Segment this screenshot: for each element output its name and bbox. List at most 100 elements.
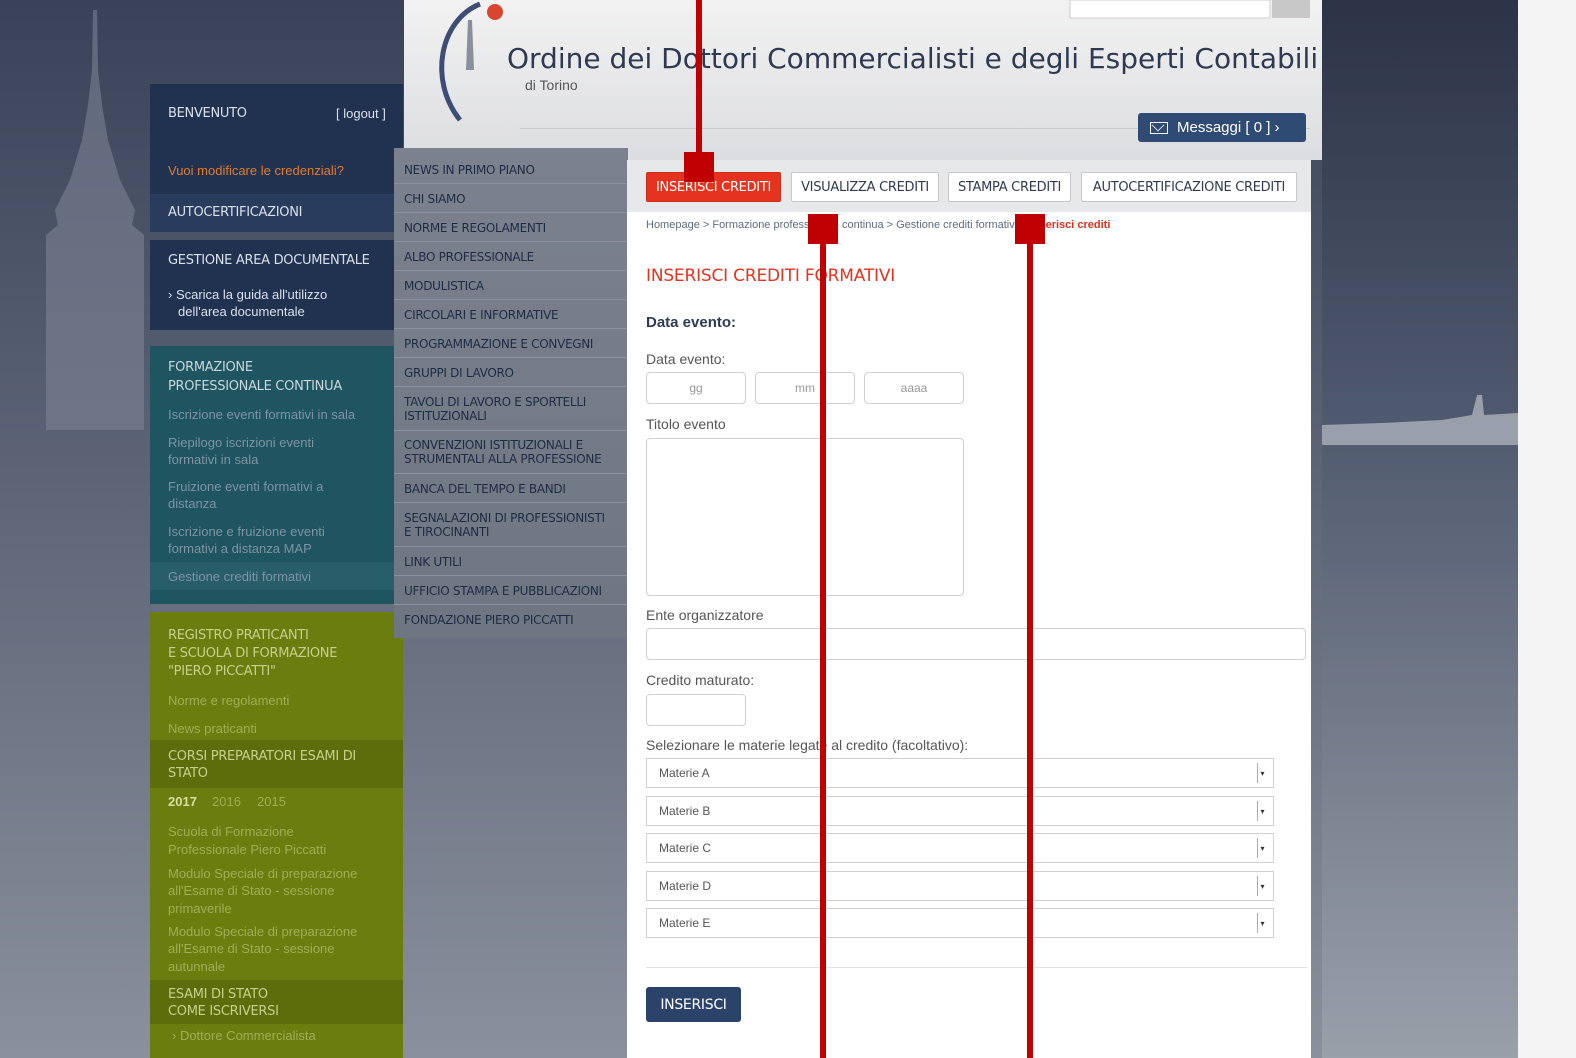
month-input[interactable]: mm (755, 372, 855, 404)
fpc-item[interactable]: Iscrizione e fruizione eventi (168, 523, 325, 540)
chevron-down-icon: ▾ (1257, 913, 1267, 933)
menu-separator (394, 357, 628, 358)
fpc-item[interactable]: formativi in sala (168, 451, 258, 468)
tab-visualizza-crediti[interactable]: VISUALIZZA CREDITI (791, 172, 939, 202)
year-link-2017[interactable]: 2017 (168, 793, 197, 810)
menu-item-tavoli-line2[interactable]: ISTITUZIONALI (404, 409, 487, 424)
menu-item-chi-siamo[interactable]: CHI SIAMO (404, 192, 466, 207)
site-subtitle: di Torino (525, 77, 578, 93)
menu-separator (394, 604, 628, 605)
menu-item-convenzioni-line2[interactable]: STRUMENTALI ALLA PROFESSIONE (404, 452, 602, 467)
autocert-link[interactable]: AUTOCERTIFICAZIONI (168, 204, 302, 221)
logout-link[interactable]: [ logout ] (336, 105, 386, 122)
materie-select-e[interactable]: Materie E ▾ (646, 908, 1274, 938)
menu-separator (394, 299, 628, 300)
doc-guide-link-line1[interactable]: › Scarica la guida all'utilizzo (168, 286, 327, 303)
tab-stampa-crediti[interactable]: STAMPA CREDITI (948, 172, 1071, 202)
ente-input[interactable] (646, 628, 1306, 660)
day-input[interactable]: gg (646, 372, 746, 404)
corsi-title-line2: STATO (168, 766, 208, 781)
materie-label: Selezionare le materie legate al credito… (646, 737, 969, 753)
scuola-item[interactable]: all'Esame di Stato - sessione (168, 882, 335, 899)
doc-guide-link-line2[interactable]: dell'area documentale (178, 303, 305, 320)
scuola-item[interactable]: primaverile (168, 900, 232, 917)
scuola-item[interactable]: Modulo Speciale di preparazione (168, 865, 357, 882)
materie-select-b[interactable]: Materie B ▾ (646, 796, 1274, 826)
ente-label: Ente organizzatore (646, 607, 764, 623)
fpc-item[interactable]: Fruizione eventi formativi a (168, 478, 323, 495)
registro-title-line3: "PIERO PICCATTI" (168, 664, 276, 679)
scuola-item[interactable]: Professionale Piero Piccatti (168, 841, 326, 858)
scuola-item[interactable]: all'Esame di Stato - sessione (168, 940, 335, 957)
chevron-down-icon: ▾ (1257, 801, 1267, 821)
form-divider (646, 967, 1308, 968)
menu-item-albo[interactable]: ALBO PROFESSIONALE (404, 250, 534, 265)
title-label: Titolo evento (646, 416, 726, 432)
year-link-2015[interactable]: 2015 (257, 793, 286, 810)
fpc-item[interactable]: distanza (168, 495, 216, 512)
menu-item-programmazione[interactable]: PROGRAMMAZIONE E CONVEGNI (404, 337, 593, 352)
date-label: Data evento: (646, 351, 726, 367)
messages-button[interactable]: Messaggi [ 0 ] › (1138, 113, 1306, 142)
logo-icon (439, 1, 503, 122)
credito-input[interactable] (646, 694, 746, 726)
menu-separator (394, 546, 628, 547)
menu-item-segnalazioni-line2[interactable]: E TIROCINANTI (404, 525, 489, 540)
chevron-down-icon: ▾ (1257, 838, 1267, 858)
materie-select-c[interactable]: Materie C ▾ (646, 833, 1274, 863)
select-value: Materie D (659, 879, 712, 893)
dottore-link[interactable]: › Dottore Commercialista (172, 1027, 316, 1044)
scuola-item[interactable]: autunnale (168, 958, 225, 975)
annotation-marker (1015, 214, 1045, 244)
registro-item[interactable]: Norme e regolamenti (168, 692, 289, 709)
registro-item[interactable]: News praticanti (168, 720, 257, 737)
materie-select-d[interactable]: Materie D ▾ (646, 871, 1274, 901)
menu-item-fondazione[interactable]: FONDAZIONE PIERO PICCATTI (404, 613, 574, 628)
fpc-item[interactable]: Riepilogo iscrizioni eventi (168, 434, 314, 451)
tab-autocertificazione-crediti[interactable]: AUTOCERTIFICAZIONE CREDITI (1081, 172, 1297, 202)
annotation-line (1027, 226, 1033, 1058)
menu-item-norme[interactable]: NORME E REGOLAMENTI (404, 221, 546, 236)
credito-label: Credito maturato: (646, 672, 755, 688)
menu-separator (394, 212, 628, 213)
menu-separator (394, 270, 628, 271)
menu-separator (394, 241, 628, 242)
select-value: Materie E (659, 916, 711, 930)
annotation-line (820, 226, 826, 1058)
menu-item-ufficio-stampa[interactable]: UFFICIO STAMPA E PUBBLICAZIONI (404, 584, 602, 599)
materie-select-a[interactable]: Materie A ▾ (646, 758, 1274, 788)
fpc-title-line2: PROFESSIONALE CONTINUA (168, 379, 342, 394)
annotation-marker (684, 152, 714, 182)
fpc-item[interactable]: formativi a distanza MAP (168, 540, 312, 557)
credentials-link[interactable]: Vuoi modificare le credenziali? (168, 162, 344, 179)
scuola-item[interactable]: Scuola di Formazione (168, 823, 294, 840)
menu-separator (394, 430, 628, 431)
site-title: Ordine dei Dottori Commercialisti e degl… (507, 42, 1319, 75)
menu-item-circolari[interactable]: CIRCOLARI E INFORMATIVE (404, 308, 559, 323)
doc-area-link[interactable]: GESTIONE AREA DOCUMENTALE (168, 252, 370, 269)
select-value: Materie C (659, 841, 712, 855)
event-title-textarea[interactable] (646, 438, 964, 596)
right-margin (1518, 0, 1576, 1058)
select-value: Materie B (659, 804, 711, 818)
menu-item-convenzioni-line1[interactable]: CONVENZIONI ISTITUZIONALI E (404, 438, 583, 453)
menu-item-link-utili[interactable]: LINK UTILI (404, 555, 462, 570)
fpc-title-line1: FORMAZIONE (168, 360, 253, 375)
menu-item-banca[interactable]: BANCA DEL TEMPO E BANDI (404, 482, 566, 497)
menu-item-news[interactable]: NEWS IN PRIMO PIANO (404, 163, 535, 178)
menu-item-segnalazioni-line1[interactable]: SEGNALAZIONI DI PROFESSIONISTI (404, 511, 605, 526)
translate-widget[interactable] (880, 0, 1320, 20)
menu-item-modulistica[interactable]: MODULISTICA (404, 279, 484, 294)
year-link-2016[interactable]: 2016 (212, 793, 241, 810)
mail-icon (1150, 121, 1168, 134)
section-label: Data evento: (646, 314, 737, 331)
fpc-item[interactable]: Iscrizione eventi formativi in sala (168, 406, 355, 423)
inserisci-button[interactable]: INSERISCI (646, 987, 741, 1022)
year-input[interactable]: aaaa (864, 372, 964, 404)
scuola-item[interactable]: Modulo Speciale di preparazione (168, 923, 357, 940)
menu-item-tavoli-line1[interactable]: TAVOLI DI LAVORO E SPORTELLI (404, 395, 586, 410)
menu-separator (394, 386, 628, 387)
fpc-item-active[interactable]: Gestione crediti formativi (168, 568, 311, 585)
chevron-down-icon: ▾ (1257, 876, 1267, 896)
menu-item-gruppi[interactable]: GRUPPI DI LAVORO (404, 366, 514, 381)
